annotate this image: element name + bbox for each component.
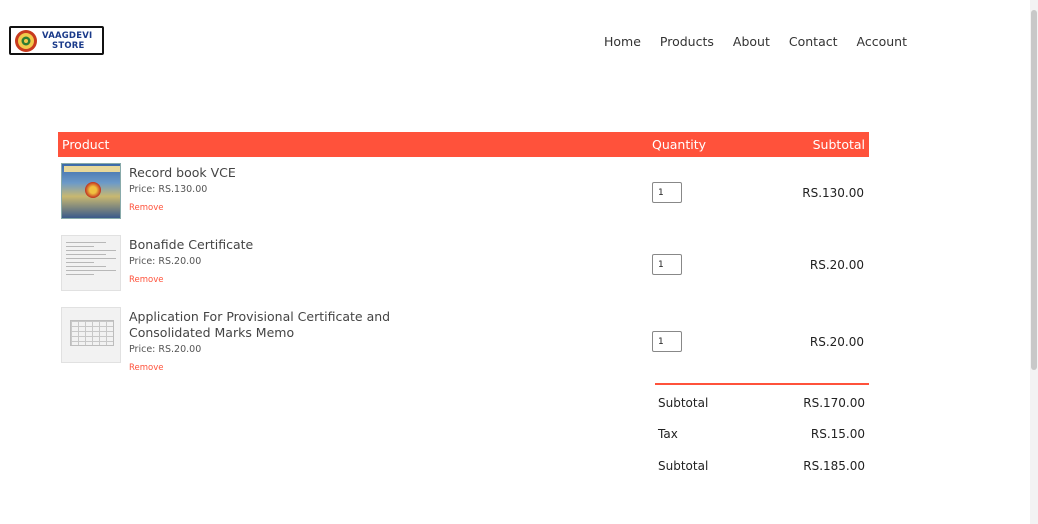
totals-divider: [655, 383, 869, 385]
product-price: Price: RS.20.00: [129, 256, 202, 267]
quantity-input[interactable]: [652, 254, 682, 275]
nav-about[interactable]: About: [733, 34, 770, 49]
column-header-product: Product: [62, 137, 110, 152]
nav-contact[interactable]: Contact: [789, 34, 838, 49]
product-name[interactable]: Record book VCE: [129, 165, 236, 181]
logo-text-line1: VAAGDEVI: [42, 30, 93, 41]
store-logo[interactable]: VAAGDEVI STORE: [9, 26, 104, 55]
cart-row: Application For Provisional Certificate …: [58, 307, 869, 379]
product-price: Price: RS.130.00: [129, 184, 208, 195]
nav-account[interactable]: Account: [857, 34, 907, 49]
cart-table-header: Product Quantity Subtotal: [58, 132, 869, 157]
product-price: Price: RS.20.00: [129, 344, 202, 355]
cart-row: Record book VCE Price: RS.130.00 Remove …: [58, 163, 869, 223]
row-subtotal: RS.20.00: [809, 335, 864, 349]
application-form-thumbnail[interactable]: [61, 307, 121, 363]
row-subtotal: RS.20.00: [809, 258, 864, 272]
product-name[interactable]: Bonafide Certificate: [129, 237, 253, 253]
column-header-subtotal: Subtotal: [812, 137, 865, 152]
totals-value: RS.170.00: [803, 396, 865, 410]
row-subtotal: RS.130.00: [802, 186, 864, 200]
remove-link[interactable]: Remove: [129, 275, 164, 285]
certificate-thumbnail[interactable]: [61, 235, 121, 291]
totals-label: Tax: [658, 427, 678, 441]
totals-label: Subtotal: [658, 459, 709, 473]
column-header-quantity: Quantity: [652, 137, 707, 152]
logo-text-line2: STORE: [52, 40, 85, 51]
cart-row: Bonafide Certificate Price: RS.20.00 Rem…: [58, 235, 869, 295]
remove-link[interactable]: Remove: [129, 363, 164, 373]
college-seal-icon: [15, 29, 37, 52]
page-scrollbar[interactable]: [1030, 0, 1038, 524]
totals-value: RS.15.00: [810, 427, 865, 441]
main-nav: Home Products About Contact Account: [604, 34, 907, 49]
record-book-thumbnail[interactable]: [61, 163, 121, 219]
totals-label: Subtotal: [658, 396, 709, 410]
nav-products[interactable]: Products: [660, 34, 714, 49]
totals-value: RS.185.00: [803, 459, 865, 473]
scrollbar-thumb[interactable]: [1031, 10, 1037, 370]
quantity-input[interactable]: [652, 182, 682, 203]
quantity-input[interactable]: [652, 331, 682, 352]
remove-link[interactable]: Remove: [129, 203, 164, 213]
product-name[interactable]: Application For Provisional Certificate …: [129, 309, 399, 341]
nav-home[interactable]: Home: [604, 34, 641, 49]
